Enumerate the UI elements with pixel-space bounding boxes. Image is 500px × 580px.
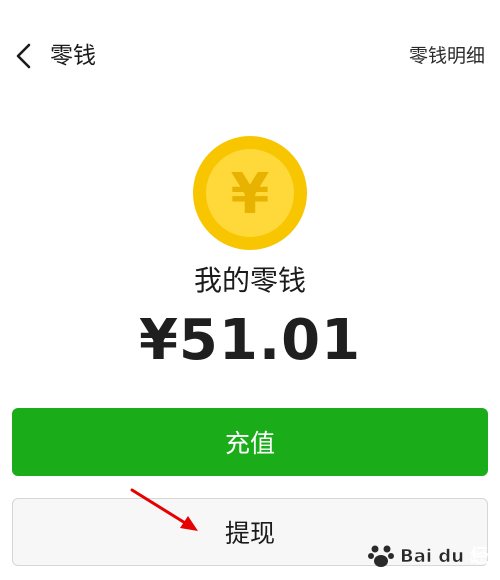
coin-symbol: ¥ [231, 162, 270, 227]
balance-label: 我的零钱 [193, 264, 306, 297]
watermark: Bai du 经验 [366, 538, 492, 572]
annotation-arrow-icon [130, 488, 198, 531]
recharge-button-label: 充值 [224, 429, 275, 458]
header: 零钱 零钱明细 [0, 0, 500, 112]
recharge-button[interactable]: 充值 [12, 408, 488, 476]
balance-amount: ¥51.01 [138, 308, 362, 373]
page-title: 零钱 [50, 43, 96, 69]
wallet-change-page: 零钱 零钱明细 ¥ 我的零钱 ¥51.01 充值 提现 Bai du 经验 [0, 0, 500, 580]
back-button[interactable] [6, 36, 42, 76]
chevron-left-icon [16, 43, 31, 69]
watermark-text: Bai du 经验 [400, 545, 492, 568]
baidu-paw-icon [368, 545, 394, 567]
change-details-link[interactable]: 零钱明细 [409, 42, 485, 70]
yuan-coin-icon: ¥ [192, 135, 308, 251]
svg-text:Bai du 经验: Bai du 经验 [400, 545, 492, 567]
withdraw-button-label: 提现 [224, 519, 275, 548]
